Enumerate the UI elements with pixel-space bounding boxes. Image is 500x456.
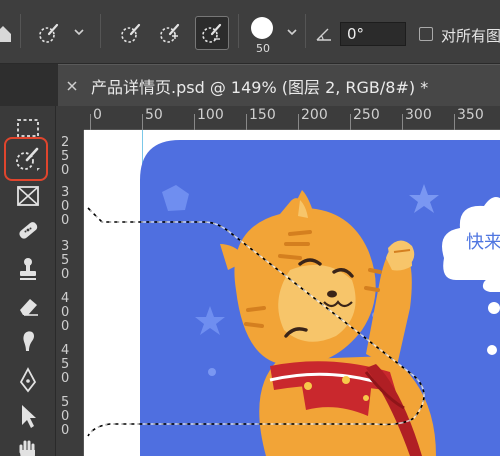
new-selection-brush-icon[interactable] (120, 22, 142, 44)
ruler-label: 0 (93, 107, 102, 123)
ruler-tick (142, 114, 143, 130)
eraser-tool-icon[interactable] (12, 290, 44, 322)
ruler-tick (298, 114, 299, 130)
healing-brush-tool-icon[interactable] (12, 214, 44, 246)
ruler-tick (90, 114, 91, 130)
pen-tool-icon[interactable] (12, 364, 44, 396)
brush-size-value: 50 (256, 42, 270, 55)
document-tab-title: 产品详情页.psd @ 149% (图层 2, RGB/8#) * (91, 78, 429, 97)
brush-size-preview[interactable] (251, 17, 273, 39)
dot-shape (208, 368, 216, 376)
options-separator (305, 14, 306, 48)
ruler-label: 350 (457, 107, 484, 123)
smudge-tool-icon[interactable] (12, 325, 44, 357)
ruler-label: 50 (145, 107, 163, 123)
path-selection-tool-icon[interactable] (12, 400, 44, 432)
selection-brush-icon[interactable] (38, 22, 60, 44)
ruler-label: 4 (61, 291, 70, 306)
ruler-label: 200 (301, 107, 328, 123)
cloud-text: 快来 (466, 232, 500, 253)
angle-input[interactable]: 0° (340, 22, 406, 46)
ruler-tick (194, 114, 195, 130)
add-selection-brush-icon[interactable] (159, 22, 181, 44)
options-separator (20, 14, 21, 48)
ruler-tick (454, 114, 455, 130)
ruler-label: 0 (61, 199, 70, 214)
ruler-label: 0 (61, 213, 70, 228)
ruler-label: 0 (61, 319, 70, 334)
ruler-label: 5 (61, 395, 70, 410)
ruler-origin[interactable] (56, 106, 84, 130)
ruler-label: 300 (405, 107, 432, 123)
frame-tool-icon[interactable] (12, 180, 44, 212)
chevron-down-icon[interactable] (286, 26, 298, 38)
ruler-label: 0 (61, 409, 70, 424)
home-icon[interactable] (0, 22, 14, 44)
ruler-label: 5 (61, 357, 70, 372)
options-separator (238, 14, 239, 48)
angle-icon (316, 26, 332, 41)
ruler-label: 3 (61, 185, 70, 200)
sample-all-layers-checkbox[interactable] (419, 27, 433, 41)
ruler-tick (246, 114, 247, 130)
photoshop-window: 50 0° 对所有图 产品详情页.psd @ 149% (图层 2, RGB/8… (0, 0, 500, 456)
hand-tool-icon[interactable] (12, 436, 44, 456)
ruler-tick (350, 114, 351, 130)
ruler-label: 0 (61, 371, 70, 386)
ruler-label: 0 (61, 163, 70, 178)
ruler-tick (402, 114, 403, 130)
subtract-selection-brush-icon (201, 22, 223, 44)
ruler-label: 4 (61, 343, 70, 358)
ruler-label: 250 (353, 107, 380, 123)
ruler-label: 0 (61, 267, 70, 282)
ruler-label: 0 (61, 305, 70, 320)
stamp-tool-icon[interactable] (12, 252, 44, 284)
ruler-label: 2 (61, 135, 70, 150)
close-icon[interactable] (66, 77, 78, 91)
ruler-label: 5 (61, 149, 70, 164)
ruler-label: 0 (61, 423, 70, 438)
ruler-label: 3 (61, 239, 70, 254)
ruler-label: 5 (61, 253, 70, 268)
options-bar: 50 0° 对所有图 (0, 0, 500, 64)
artwork-lucky-cat (140, 140, 500, 456)
quick-selection-tool-icon[interactable] (12, 143, 44, 175)
ruler-label: 100 (197, 107, 224, 123)
sample-all-layers-label: 对所有图 (441, 27, 500, 45)
chevron-down-icon[interactable] (73, 26, 85, 38)
options-separator (100, 14, 101, 48)
ruler-label: 150 (249, 107, 276, 123)
